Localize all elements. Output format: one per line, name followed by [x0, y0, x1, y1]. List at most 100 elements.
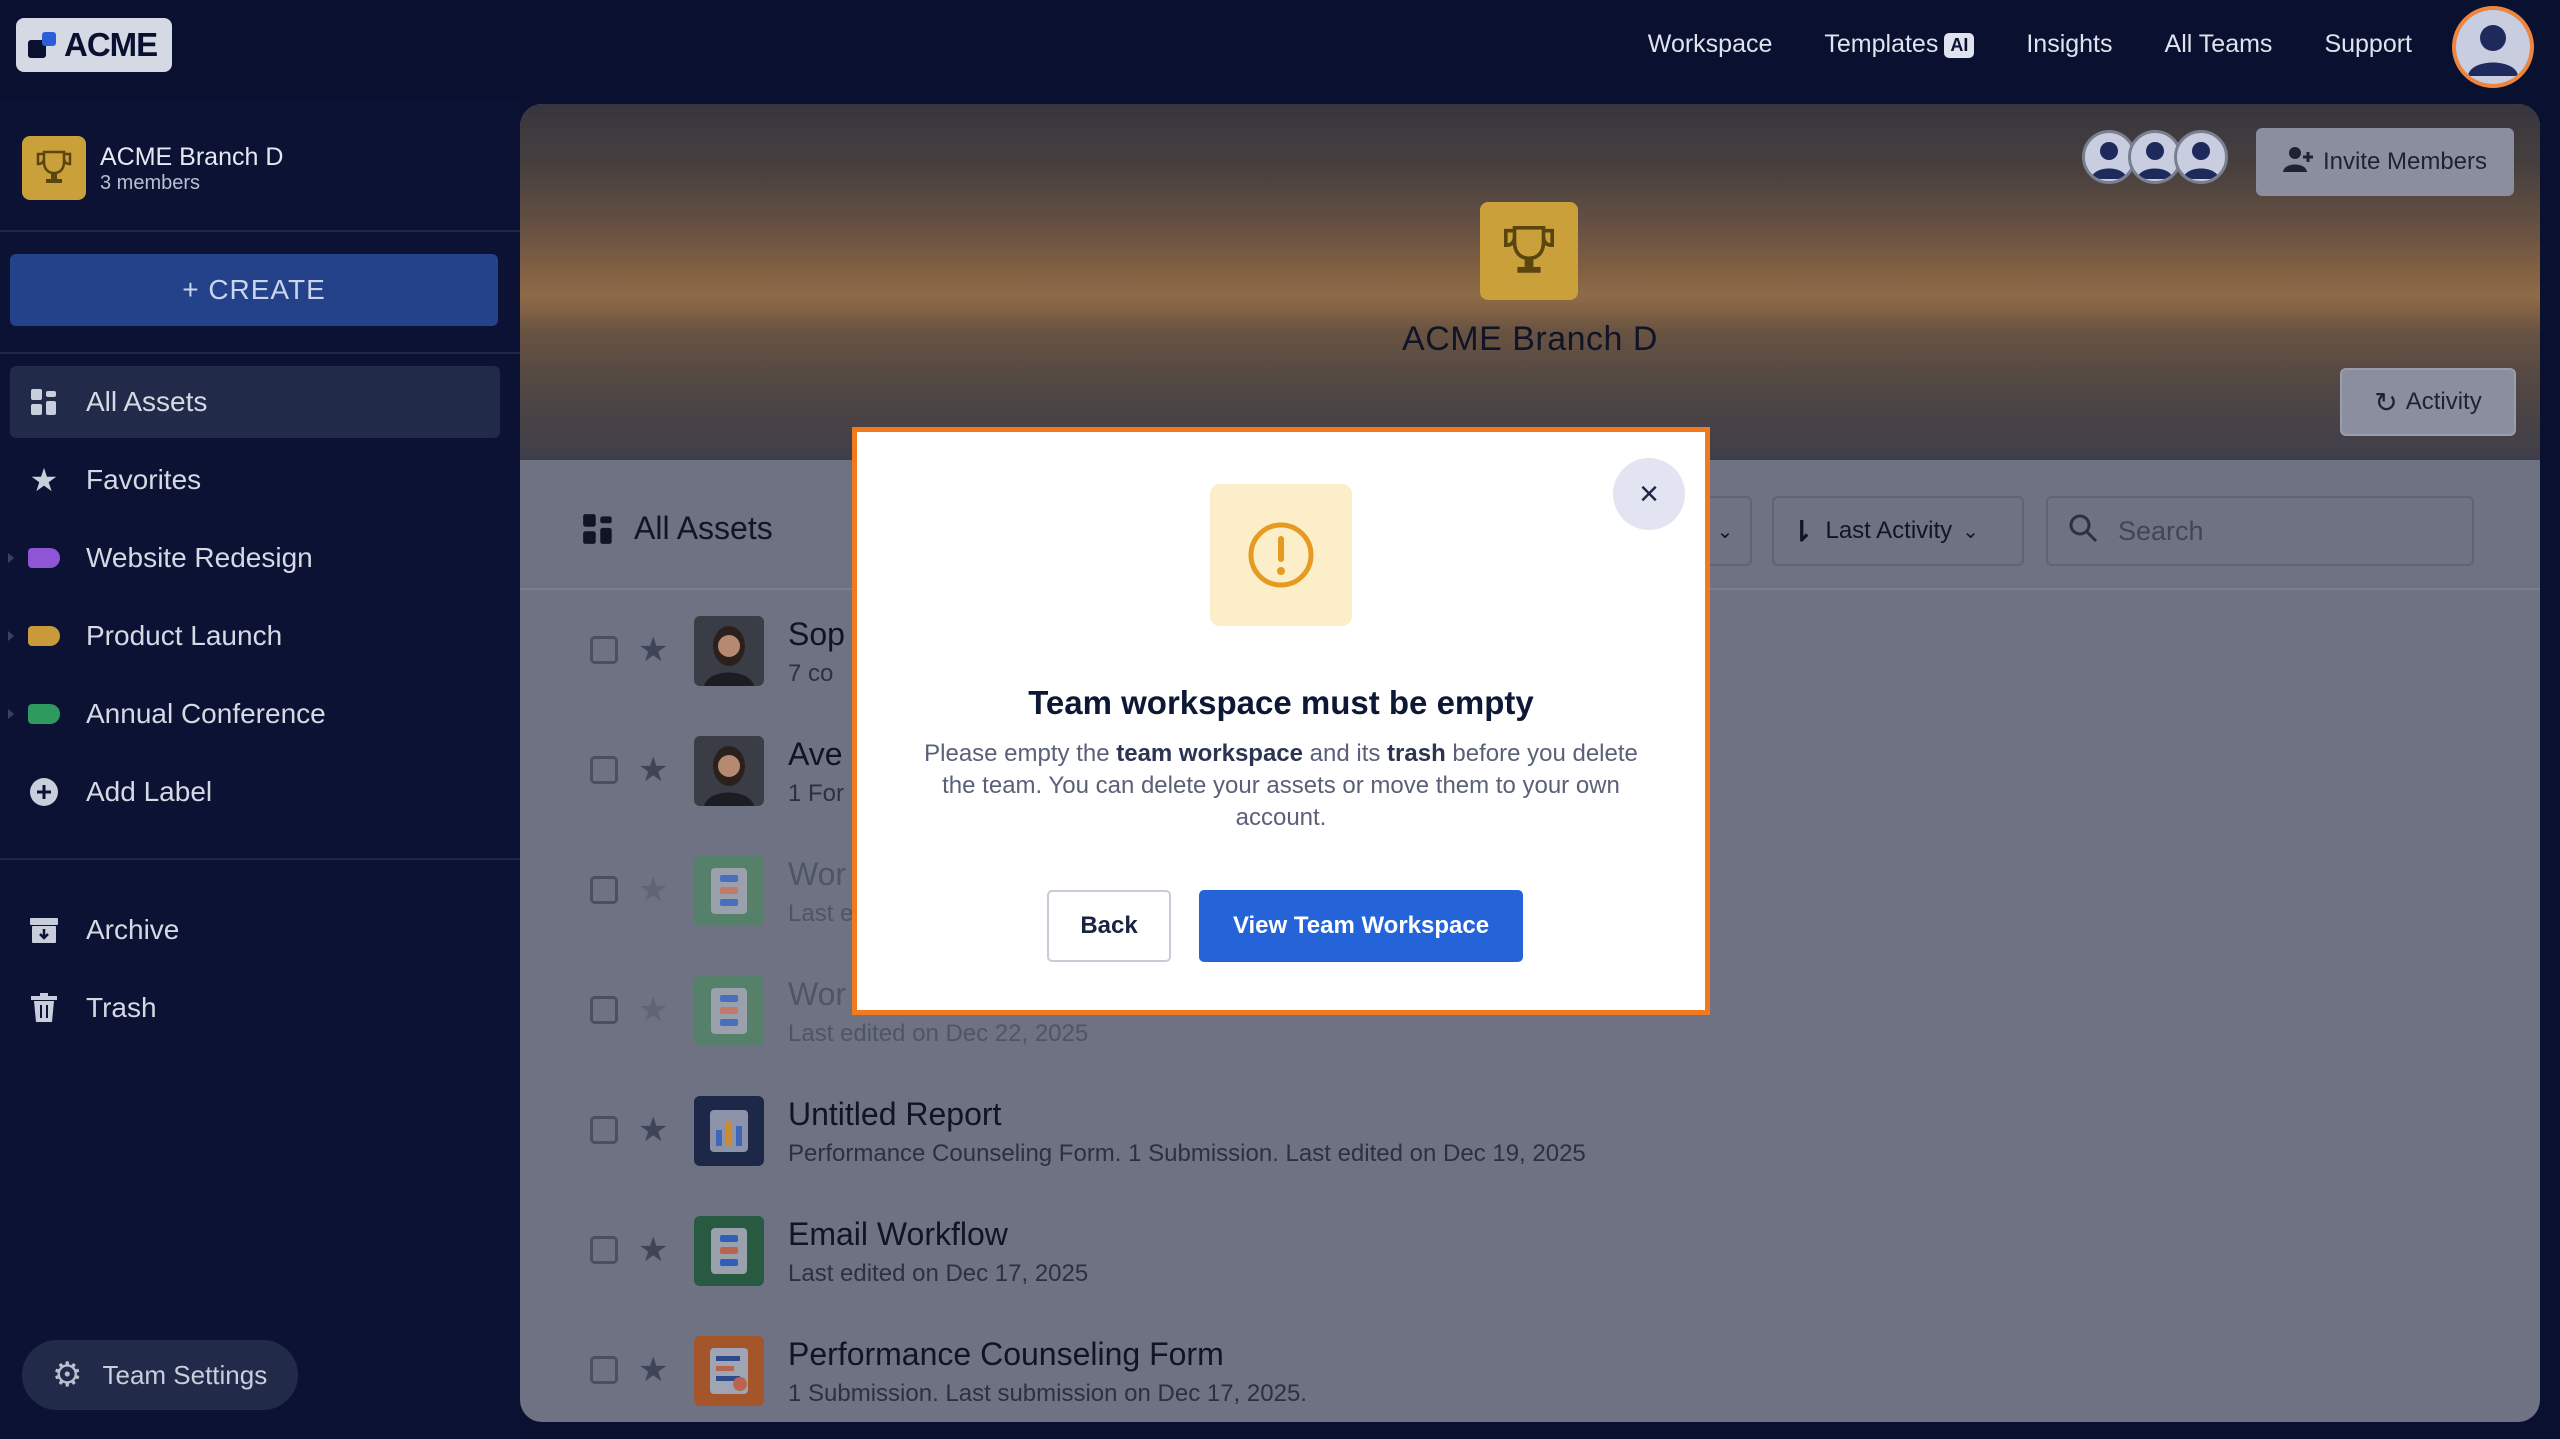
archive-icon	[28, 914, 60, 946]
team-member-count: 3 members	[100, 171, 201, 194]
expand-caret-icon[interactable]	[8, 631, 14, 641]
asset-title: Wor	[788, 856, 847, 892]
favorite-star-icon[interactable]: ★	[638, 1110, 668, 1150]
chevron-down-icon: ⌄	[1962, 520, 1979, 543]
search-icon	[2068, 513, 2098, 550]
row-checkbox[interactable]	[590, 636, 618, 664]
asset-title: Wor	[788, 976, 847, 1012]
back-button[interactable]: Back	[1047, 890, 1171, 962]
asset-subtitle: Last edited on Dec 22, 2025	[788, 1020, 1089, 1047]
sidebar-item-annual-conference[interactable]: Annual Conference	[8, 678, 500, 750]
dialog-message-bold: trash	[1387, 740, 1446, 767]
nav-insights[interactable]: Insights	[2026, 30, 2112, 59]
team-header[interactable]: ACME Branch D 3 members	[22, 136, 283, 200]
sidebar-item-add-label[interactable]: Add Label	[10, 756, 500, 828]
nav-support[interactable]: Support	[2324, 30, 2412, 59]
sidebar-item-archive[interactable]: Archive	[10, 894, 500, 966]
divider	[0, 858, 520, 860]
report-icon	[694, 1096, 764, 1166]
sidebar: ACME Branch D 3 members + CREATE All Ass…	[0, 100, 520, 1439]
divider	[0, 352, 520, 354]
search-input[interactable]: Search	[2046, 496, 2474, 566]
top-nav: Workspace Templates AI Insights All Teams…	[1648, 30, 2412, 59]
delete-team-dialog: × Team workspace must be empty Please em…	[852, 427, 1710, 1015]
form-icon	[694, 1336, 764, 1406]
asset-subtitle: 7 co	[788, 660, 834, 687]
search-placeholder: Search	[2118, 515, 2204, 546]
favorite-star-icon[interactable]: ★	[638, 750, 668, 790]
avatar-thumbnail	[694, 736, 764, 806]
favorite-star-icon[interactable]: ★	[638, 1350, 668, 1390]
sidebar-item-label: Favorites	[86, 464, 202, 495]
label-icon	[28, 698, 60, 730]
invite-members-button[interactable]: Invite Members	[2256, 128, 2514, 196]
sidebar-item-label: Website Redesign	[86, 542, 313, 573]
sort-icon: ⇂	[1790, 515, 1814, 547]
sidebar-item-favorites[interactable]: ★ Favorites	[10, 444, 500, 516]
nav-all-teams[interactable]: All Teams	[2165, 30, 2273, 59]
asset-subtitle: 1 For	[788, 780, 845, 807]
user-avatar[interactable]	[2452, 6, 2534, 88]
nav-templates-label: Templates	[1824, 30, 1939, 58]
acme-logo[interactable]: ACME	[16, 18, 172, 72]
asset-title: Ave	[788, 736, 843, 772]
sort-dropdown[interactable]: ⇂ Last Activity ⌄	[1772, 496, 2024, 566]
row-checkbox[interactable]	[590, 1116, 618, 1144]
close-button[interactable]: ×	[1613, 458, 1685, 530]
asset-title: Email Workflow	[788, 1216, 1008, 1252]
sidebar-item-website-redesign[interactable]: Website Redesign	[8, 522, 500, 594]
member-avatars[interactable]	[2082, 130, 2228, 184]
dialog-message-part: and its	[1303, 740, 1388, 767]
activity-button[interactable]: ↻ Activity	[2340, 368, 2516, 436]
trash-icon	[28, 992, 60, 1024]
team-settings-button[interactable]: ⚙ Team Settings	[22, 1340, 298, 1410]
row-checkbox[interactable]	[590, 1356, 618, 1384]
workflow-icon	[694, 1216, 764, 1286]
activity-label: Activity	[2405, 388, 2482, 415]
expand-caret-icon[interactable]	[8, 553, 14, 563]
sidebar-item-product-launch[interactable]: Product Launch	[8, 600, 500, 672]
sidebar-item-trash[interactable]: Trash	[10, 972, 500, 1044]
create-button[interactable]: + CREATE	[10, 254, 498, 326]
logo-mark-icon	[28, 30, 58, 60]
chevron-down-icon: ⌄	[1716, 520, 1734, 543]
avatar-thumbnail	[694, 616, 764, 686]
favorite-star-icon[interactable]: ★	[638, 1230, 668, 1270]
favorite-star-icon[interactable]: ★	[638, 990, 668, 1030]
dialog-message-bold: team workspace	[1116, 740, 1303, 767]
asset-title: Untitled Report	[788, 1096, 1002, 1132]
sidebar-item-label: Archive	[86, 914, 180, 945]
dialog-message: Please empty the team workspace and its …	[911, 738, 1651, 834]
row-checkbox[interactable]	[590, 1236, 618, 1264]
toolbar-title-label: All Assets	[634, 510, 773, 546]
warning-icon	[1210, 484, 1352, 626]
sidebar-item-all-assets[interactable]: All Assets	[10, 366, 500, 438]
history-icon: ↻	[2374, 386, 2398, 418]
row-checkbox[interactable]	[590, 756, 618, 784]
sidebar-item-label: Add Label	[86, 776, 213, 807]
asset-row[interactable]: ★ Untitled Report Performance Counseling…	[520, 1070, 2540, 1190]
asset-row[interactable]: ★ Performance Counseling Form 1 Submissi…	[520, 1310, 2540, 1422]
expand-caret-icon[interactable]	[8, 709, 14, 719]
nav-templates[interactable]: Templates AI	[1824, 30, 1975, 59]
asset-row[interactable]: ★ Email Workflow Last edited on Dec 17, …	[520, 1190, 2540, 1310]
toolbar-title: All Assets	[582, 510, 773, 547]
sort-label: Last Activity	[1825, 517, 1953, 544]
ai-badge: AI	[1944, 32, 1975, 58]
gear-icon: ⚙	[52, 1356, 83, 1394]
member-avatar	[2174, 130, 2228, 184]
close-icon: ×	[1639, 474, 1659, 513]
workflow-icon	[694, 976, 764, 1046]
sidebar-item-label: Annual Conference	[86, 698, 326, 729]
row-checkbox[interactable]	[590, 996, 618, 1024]
view-team-workspace-button[interactable]: View Team Workspace	[1199, 890, 1523, 962]
logo-text: ACME	[64, 26, 158, 63]
favorite-star-icon[interactable]: ★	[638, 870, 668, 910]
nav-workspace[interactable]: Workspace	[1648, 30, 1773, 59]
trophy-icon	[22, 136, 86, 200]
label-icon	[28, 542, 60, 574]
favorite-star-icon[interactable]: ★	[638, 630, 668, 670]
asset-subtitle: 1 Submission. Last submission on Dec 17,…	[788, 1380, 1307, 1407]
row-checkbox[interactable]	[590, 876, 618, 904]
team-settings-label: Team Settings	[102, 1359, 268, 1390]
